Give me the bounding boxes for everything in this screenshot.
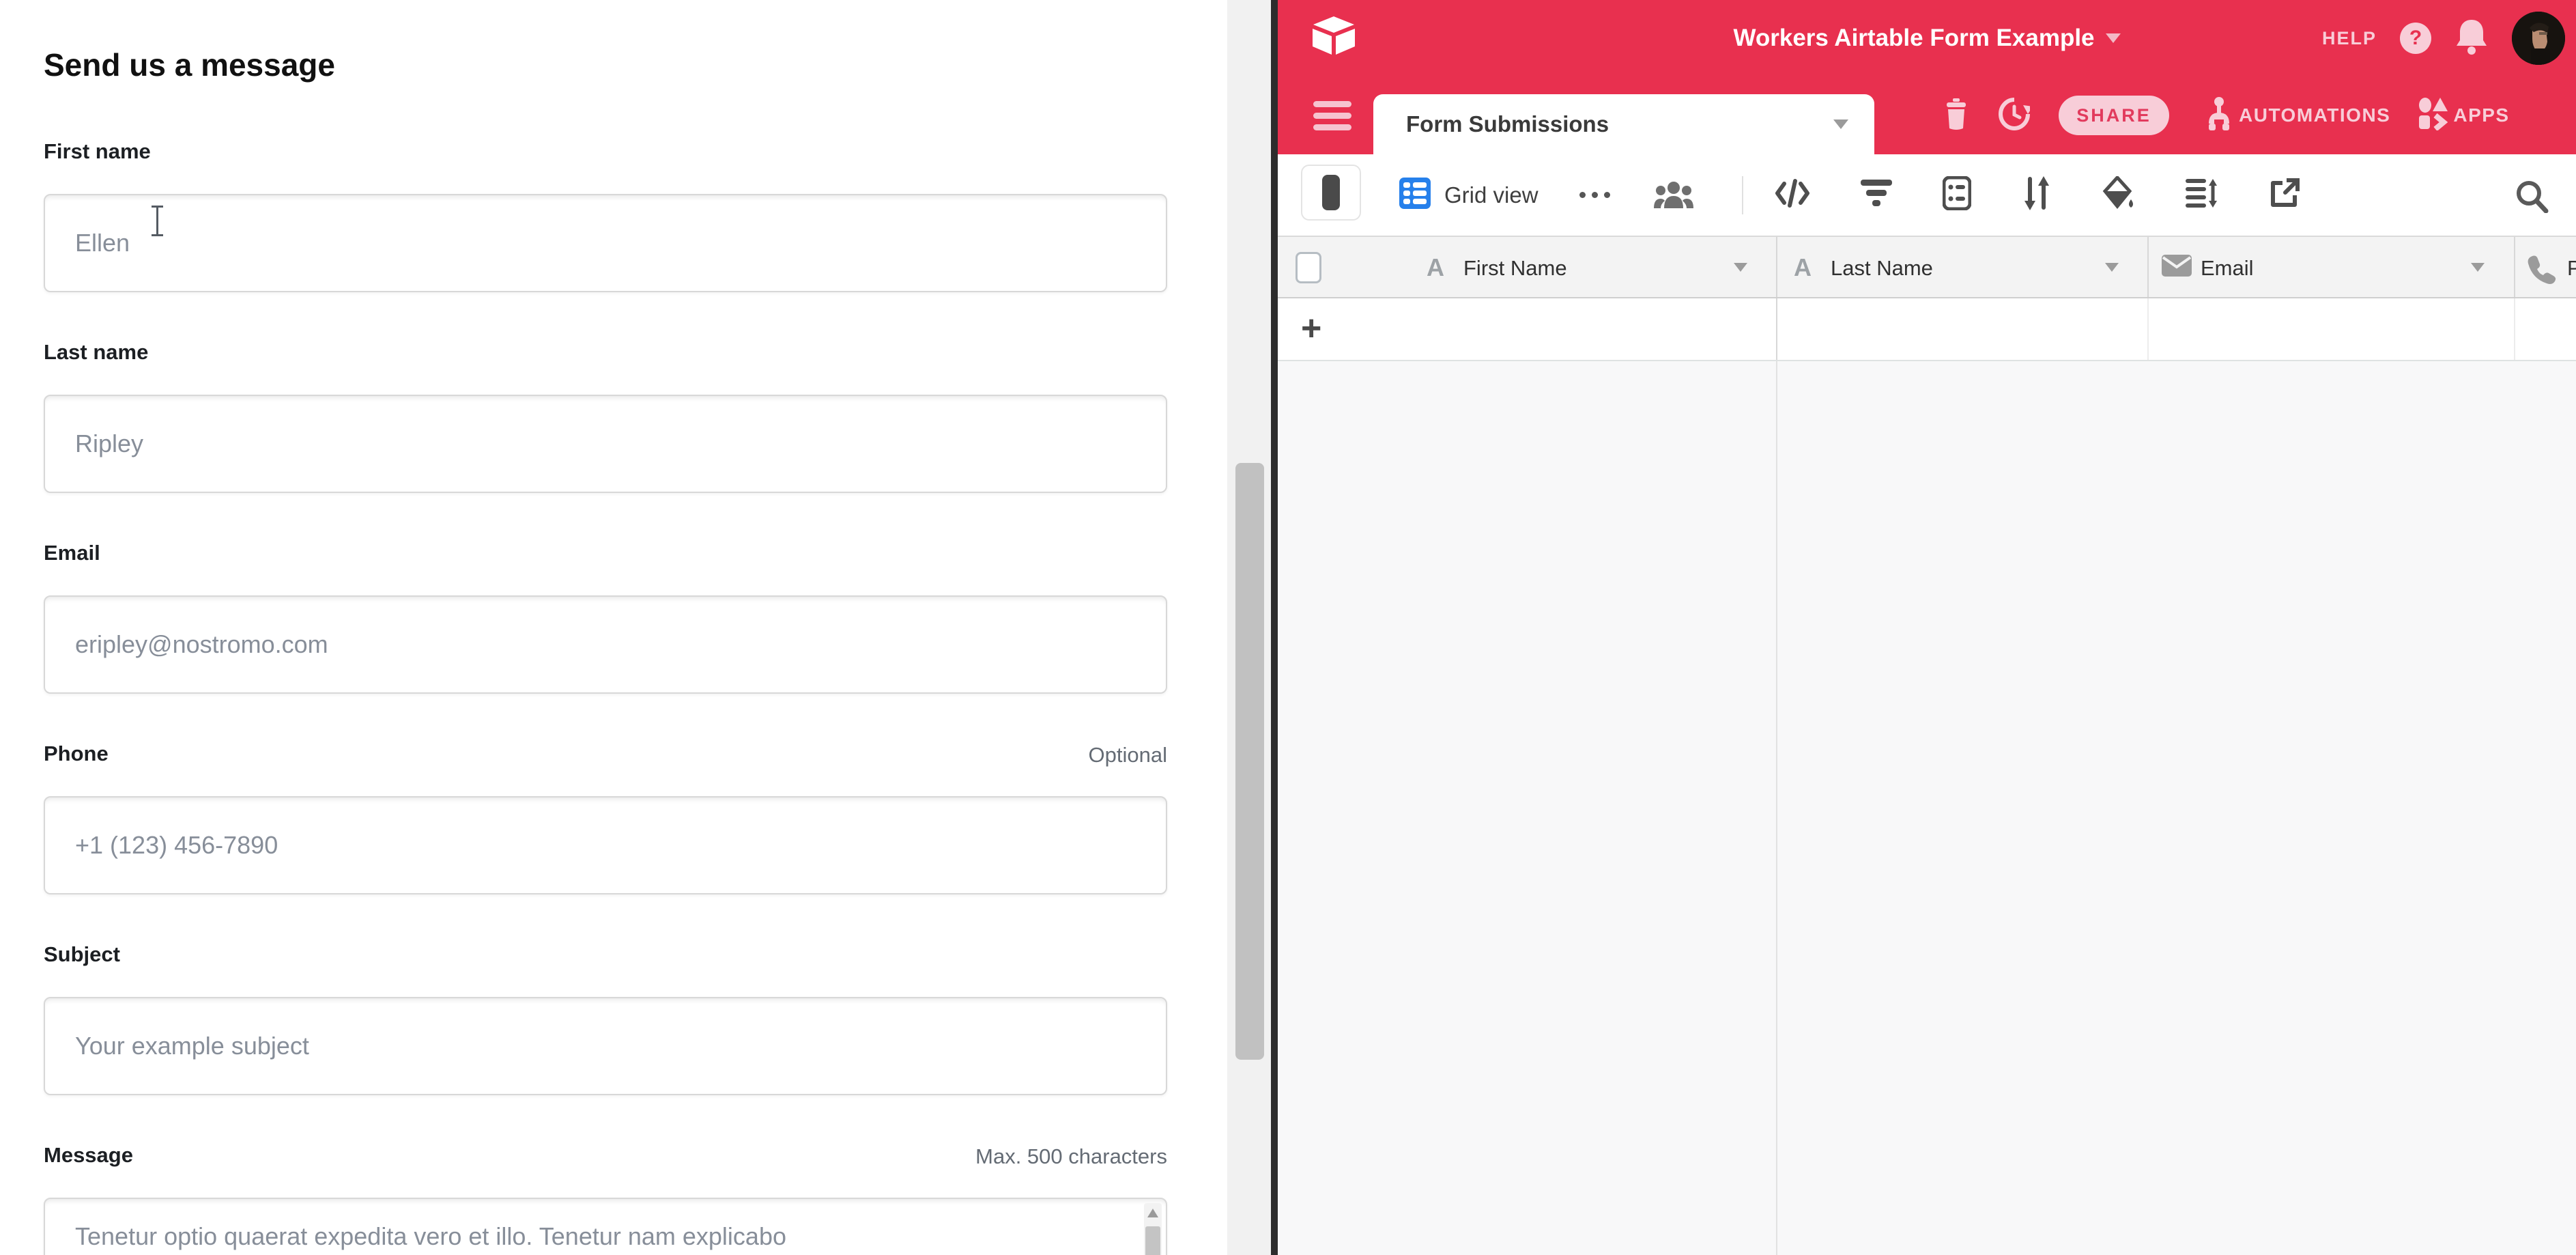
trash-icon[interactable] (1944, 98, 1969, 133)
form-title: Send us a message (44, 46, 335, 83)
collaborators-icon[interactable] (1654, 180, 1693, 211)
help-question-icon[interactable]: ? (2400, 23, 2431, 54)
message-label: Message (44, 1143, 133, 1167)
email-icon (2162, 255, 2192, 280)
toolbar-divider (1742, 176, 1743, 214)
hide-fields-icon[interactable] (1775, 178, 1810, 212)
grid-header-row: A First Name A Last Name Email Phone (1278, 236, 2576, 298)
last-name-input[interactable]: Ripley (44, 395, 1167, 493)
view-name[interactable]: Grid view (1444, 182, 1539, 208)
field-subject: Subject Your example subject (44, 942, 1167, 1095)
phone-icon (2527, 255, 2557, 288)
share-button-label: SHARE (2076, 105, 2151, 126)
notifications-bell-icon[interactable] (2455, 18, 2489, 59)
text-field-icon: A (1427, 253, 1444, 282)
column-caret-icon[interactable] (1734, 263, 1747, 272)
subject-input[interactable]: Your example subject (44, 997, 1167, 1095)
last-name-label: Last name (44, 340, 148, 364)
base-title-caret-icon[interactable] (2106, 33, 2121, 43)
message-scroll-thumb[interactable] (1145, 1226, 1160, 1255)
help-button[interactable]: HELP (2322, 28, 2377, 49)
message-scrollbar[interactable] (1144, 1203, 1162, 1255)
phone-input[interactable]: +1 (123) 456-7890 (44, 796, 1167, 894)
field-message: Message Max. 500 characters Tenetur opti… (44, 1143, 1167, 1255)
sidebar-menu-icon[interactable] (1313, 101, 1351, 131)
form-pane-scroll-thumb[interactable] (1235, 463, 1264, 1060)
add-row[interactable]: + (1278, 298, 2576, 361)
window-divider (1271, 0, 1278, 1255)
row-height-icon[interactable] (2186, 178, 2218, 212)
view-sidebar-toggle-button[interactable] (1301, 165, 1361, 221)
grid-body (1278, 361, 2576, 1255)
column-caret-icon[interactable] (2471, 263, 2485, 272)
first-name-label: First name (44, 139, 151, 163)
frozen-column-divider (1776, 361, 1777, 1255)
message-textarea[interactable]: Tenetur optio quaerat expedita vero et i… (44, 1198, 1167, 1255)
column-header-first-name[interactable]: First Name (1463, 256, 1567, 281)
contact-form-pane: Send us a message First name Ellen Last … (0, 0, 1227, 1255)
group-icon[interactable] (1943, 176, 1971, 214)
first-name-placeholder: Ellen (75, 229, 130, 257)
text-field-icon: A (1794, 253, 1812, 282)
email-placeholder: eripley@nostromo.com (75, 630, 328, 659)
form-pane-scrollbar[interactable] (1227, 0, 1271, 1255)
apps-button[interactable]: APPS (2453, 104, 2509, 126)
search-icon[interactable] (2515, 179, 2549, 216)
grid-view-icon (1399, 178, 1431, 212)
message-placeholder: Tenetur optio quaerat expedita vero et i… (75, 1222, 786, 1251)
color-icon[interactable] (2102, 176, 2135, 214)
field-email: Email eripley@nostromo.com (44, 541, 1167, 694)
table-tab-form-submissions[interactable]: Form Submissions (1373, 94, 1874, 154)
share-view-icon[interactable] (2269, 178, 2300, 212)
phone-optional-hint: Optional (1089, 743, 1167, 767)
scroll-up-icon[interactable] (1147, 1209, 1158, 1217)
view-toolbar: Grid view (1278, 154, 2576, 236)
column-header-phone[interactable]: Phone (2567, 256, 2576, 281)
select-all-checkbox[interactable] (1296, 252, 1321, 283)
column-caret-icon[interactable] (2105, 263, 2119, 272)
table-tab-bar: Form Submissions SHARE (1278, 76, 2576, 154)
field-last-name: Last name Ripley (44, 340, 1167, 493)
add-row-plus-icon[interactable]: + (1301, 308, 1321, 349)
base-title[interactable]: Workers Airtable Form Example (1733, 25, 2094, 52)
share-button[interactable]: SHARE (2059, 96, 2169, 135)
user-avatar[interactable] (2512, 12, 2565, 65)
subject-placeholder: Your example subject (75, 1032, 309, 1060)
field-phone: Phone Optional +1 (123) 456-7890 (44, 742, 1167, 894)
airtable-pane: Workers Airtable Form Example HELP ? (1278, 0, 2576, 1255)
table-caret-icon[interactable] (1833, 119, 1848, 129)
sort-icon[interactable] (2022, 176, 2052, 214)
last-name-placeholder: Ripley (75, 429, 143, 458)
history-icon[interactable] (1999, 97, 2030, 135)
filter-icon[interactable] (1861, 178, 1892, 212)
phone-label: Phone (44, 742, 109, 765)
apps-icon[interactable] (2418, 98, 2448, 134)
subject-label: Subject (44, 942, 120, 966)
automations-button[interactable]: AUTOMATIONS (2239, 104, 2390, 126)
view-options-icon[interactable] (1579, 192, 1610, 198)
first-name-input[interactable]: Ellen (44, 194, 1167, 292)
automations-icon[interactable] (2205, 96, 2233, 135)
column-header-email[interactable]: Email (2201, 256, 2254, 281)
email-label: Email (44, 541, 100, 565)
airtable-top-bar: Workers Airtable Form Example HELP ? (1278, 0, 2576, 76)
phone-placeholder: +1 (123) 456-7890 (75, 831, 278, 860)
table-tab-label: Form Submissions (1406, 111, 1609, 137)
sidebar-panel-icon (1322, 175, 1340, 210)
column-header-last-name[interactable]: Last Name (1831, 256, 1933, 281)
field-first-name: First name Ellen (44, 139, 1167, 292)
message-maxchars-hint: Max. 500 characters (975, 1144, 1167, 1169)
email-input[interactable]: eripley@nostromo.com (44, 595, 1167, 694)
